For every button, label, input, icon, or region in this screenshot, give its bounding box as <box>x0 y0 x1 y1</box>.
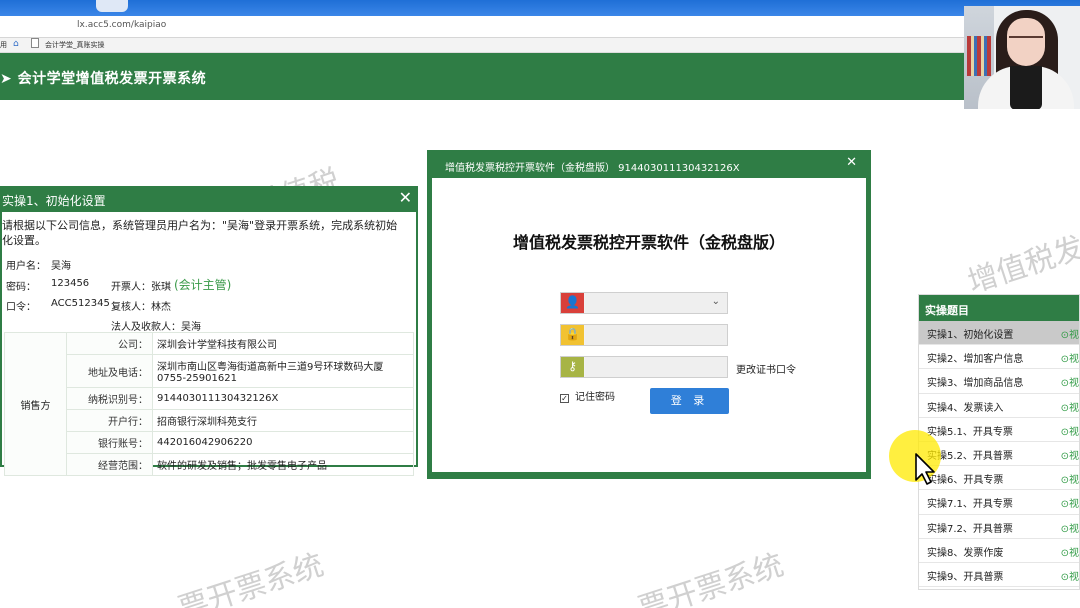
chevron-down-icon[interactable]: ⌄ <box>712 296 720 307</box>
play-icon[interactable]: ⊙视 <box>1061 568 1079 583</box>
list-item[interactable]: 实操1、初始化设置 ⊙视 <box>919 321 1079 346</box>
row-label: 银行账号： <box>66 431 153 454</box>
arrow-icon: ➤ <box>0 71 18 87</box>
command-value: ACC512345 <box>51 298 110 309</box>
row-label: 经营范围： <box>66 453 153 476</box>
row-value: 深圳市南山区粤海街道高新中三道9号环球数码大厦 0755-25901621 <box>152 354 414 388</box>
list-item[interactable]: 实操4、发票读入 ⊙视 <box>919 394 1079 418</box>
play-icon[interactable]: ⊙视 <box>1061 447 1079 462</box>
reviewer-label: 复核人：林杰 <box>111 302 171 313</box>
page-icon <box>31 38 39 48</box>
key-icon: ⚷ <box>561 357 584 377</box>
cert-password-input[interactable]: ⚷ <box>560 356 728 378</box>
list-item[interactable]: 实操7.2、开具普票 ⊙视 <box>919 515 1079 539</box>
list-item[interactable]: 实操2、增加客户信息 ⊙视 <box>919 345 1079 370</box>
lock-icon: 🔒 <box>561 325 584 345</box>
list-item[interactable]: 实操9、开具普票 ⊙视 <box>919 563 1079 588</box>
password-value: 123456 <box>51 278 90 289</box>
list-item[interactable]: 实操5.2、开具普票 ⊙视 <box>919 442 1079 467</box>
table-row: 纳税识别号： 914403011130432126X <box>5 387 414 410</box>
table-row: 开户行： 招商银行深圳科苑支行 <box>5 409 414 432</box>
row-label: 公司： <box>66 332 153 355</box>
user-label: 用户名： <box>6 261 46 272</box>
address-bar[interactable]: lx.acc5.com/kaipiao <box>0 16 1080 38</box>
seller-info-table: 销售方 公司： 深圳会计学堂科技有限公司 地址及电话： 深圳市南山区粤海街道高新… <box>4 332 414 476</box>
task-intro: 请根据以下公司信息，系统管理员用户名为："吴海"登录开票系统，完成系统初始化设置… <box>2 219 398 247</box>
play-icon[interactable]: ⊙视 <box>1061 471 1079 486</box>
bookmark-apps[interactable]: 用 <box>0 40 7 50</box>
play-icon[interactable]: ⊙视 <box>1061 544 1079 559</box>
exercise-list-title: 实操题目 <box>919 295 1079 321</box>
row-label: 开户行： <box>66 409 153 432</box>
play-icon[interactable]: ⊙视 <box>1061 520 1079 535</box>
task-info-panel: 实操1、初始化设置 ✕ 请根据以下公司信息，系统管理员用户名为："吴海"登录开票… <box>0 186 418 476</box>
app-header: ➤ 会计学堂增值税发票开票系统 <box>0 53 1080 100</box>
remember-password[interactable]: ✓ 记住密码 <box>560 388 615 403</box>
list-item[interactable]: 实操6、开具专票 ⊙视 <box>919 466 1079 491</box>
command-label: 口令： <box>6 302 36 313</box>
exercise-list-panel: 实操题目 实操1、初始化设置 ⊙视 实操2、增加客户信息 ⊙视 实操3、增加商品信息… <box>918 294 1080 590</box>
close-icon[interactable]: ✕ <box>399 188 412 207</box>
watermark: 增值税发 <box>963 230 1080 301</box>
app-title: ➤ 会计学堂增值税发票开票系统 <box>0 71 207 87</box>
watermark: 票开票系统 <box>174 547 328 608</box>
table-row: 地址及电话： 深圳市南山区粤海街道高新中三道9号环球数码大厦 0755-2590… <box>5 354 414 388</box>
list-item[interactable]: 实操7.1、开具专票 ⊙视 <box>919 490 1079 515</box>
drawer-role: (会计主管) <box>174 278 232 292</box>
list-item[interactable]: 实操5.1、开具专票 ⊙视 <box>919 418 1079 442</box>
password-label: 密码： <box>6 282 36 293</box>
play-icon[interactable]: ⊙视 <box>1061 399 1079 414</box>
url-text[interactable]: lx.acc5.com/kaipiao <box>77 20 166 30</box>
user-icon: 👤 <box>561 293 584 313</box>
checkbox-checked-icon[interactable]: ✓ <box>560 394 569 403</box>
play-icon[interactable]: ⊙视 <box>1061 374 1079 389</box>
table-row: 经营范围： 软件的研发及销售；批发零售电子产品 <box>5 453 414 476</box>
browser-tab[interactable] <box>96 0 128 12</box>
table-row: 销售方 公司： 深圳会计学堂科技有限公司 <box>4 332 414 476</box>
username-select[interactable]: 👤 ⌄ <box>560 292 728 314</box>
table-row: 银行账号： 442016042906220 <box>5 431 414 454</box>
mouse-cursor-icon <box>915 453 935 485</box>
list-item[interactable]: 实操3、增加商品信息 ⊙视 <box>919 369 1079 394</box>
row-value: 深圳会计学堂科技有限公司 <box>152 332 414 355</box>
play-icon[interactable]: ⊙视 <box>1061 350 1079 365</box>
login-dialog: 增值税发票税控开票软件（金税盘版） 914403011130432126X ✕ … <box>427 150 871 479</box>
webcam-overlay <box>964 6 1080 109</box>
watermark: 票开票系统 <box>634 547 788 608</box>
row-label: 地址及电话： <box>66 354 153 388</box>
play-icon[interactable]: ⊙视 <box>1061 326 1079 341</box>
drawer-label: 开票人：张琪 <box>111 282 171 293</box>
row-value: 招商银行深圳科苑支行 <box>152 409 414 432</box>
home-icon[interactable]: ⌂ <box>13 39 19 49</box>
seller-label: 销售方 <box>4 332 67 476</box>
row-value: 软件的研发及销售；批发零售电子产品 <box>152 453 414 476</box>
task-panel-title: 实操1、初始化设置 <box>2 188 416 212</box>
row-value: 914403011130432126X <box>152 387 414 410</box>
user-value: 吴海 <box>51 261 71 272</box>
password-input[interactable]: 🔒 <box>560 324 728 346</box>
close-icon[interactable]: ✕ <box>846 155 857 170</box>
row-label: 纳税识别号： <box>66 387 153 410</box>
bookmark-acc5[interactable]: 会计学堂_真账实操 <box>45 40 105 50</box>
browser-title-bar <box>0 0 1080 16</box>
legal-person-label: 法人及收款人：吴海 <box>111 322 201 333</box>
dialog-body: 增值税发票税控开票软件（金税盘版） 👤 ⌄ 🔒 ⚷ 更改证书口令 ✓ 记住密码 登… <box>432 178 866 472</box>
bookmarks-bar: 用 ⌂ 会计学堂_真账实操 <box>0 38 1080 53</box>
login-button[interactable]: 登 录 <box>650 388 729 414</box>
play-icon[interactable]: ⊙视 <box>1061 423 1079 438</box>
row-value: 442016042906220 <box>152 431 414 454</box>
list-item[interactable]: 实操8、发票作废 ⊙视 <box>919 539 1079 563</box>
play-icon[interactable]: ⊙视 <box>1061 495 1079 510</box>
dialog-title: 增值税发票税控开票软件（金税盘版） 914403011130432126X <box>445 163 740 174</box>
remember-label: 记住密码 <box>575 392 615 403</box>
dialog-heading: 增值税发票税控开票软件（金税盘版） <box>512 233 785 252</box>
change-cert-password-link[interactable]: 更改证书口令 <box>736 361 796 376</box>
